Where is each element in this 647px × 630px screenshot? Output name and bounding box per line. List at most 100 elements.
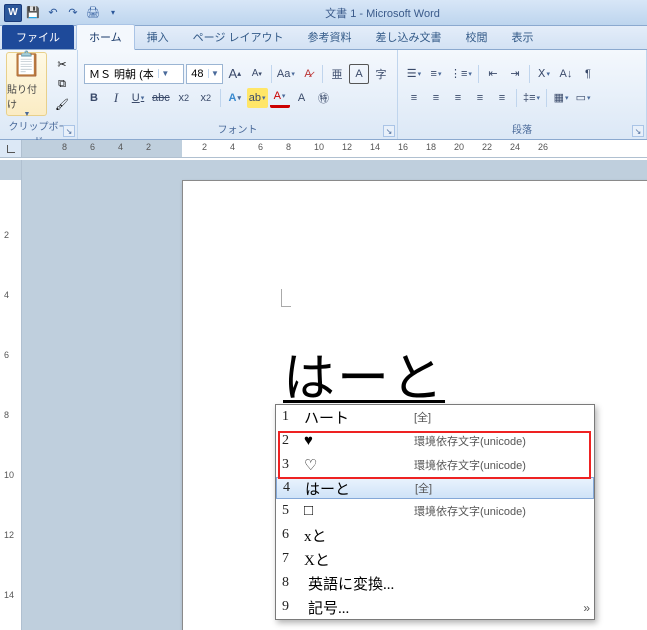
ime-candidate-number: 4 xyxy=(283,480,305,496)
ime-candidate-text: xと xyxy=(304,525,414,546)
ime-candidate-number: 5 xyxy=(282,503,304,519)
bold-button[interactable]: B xyxy=(84,88,104,108)
ime-candidate-row[interactable]: 5□環境依存文字(unicode) xyxy=(276,499,594,523)
shrink-font-button[interactable]: A▾ xyxy=(247,64,267,84)
subscript-button[interactable]: x2 xyxy=(174,88,194,108)
show-marks-button[interactable]: ¶ xyxy=(578,64,598,84)
align-right-button[interactable]: ≡ xyxy=(448,88,468,108)
ruler-tick: 6 xyxy=(90,142,95,152)
copy-button[interactable]: ⧉ xyxy=(53,75,71,93)
group-clipboard: 📋 貼り付け ▼ ✂ ⧉ 🖌 クリップボード ↘ xyxy=(0,50,78,139)
clipboard-dialog-launcher[interactable]: ↘ xyxy=(63,125,75,137)
cut-button[interactable]: ✂ xyxy=(53,55,71,73)
ime-candidate-text: 英語に変換... xyxy=(304,573,414,594)
grow-font-button[interactable]: A▴ xyxy=(225,64,245,84)
format-painter-button[interactable]: 🖌 xyxy=(53,95,71,113)
align-left-button[interactable]: ≡ xyxy=(404,88,424,108)
tab-page-layout[interactable]: ページ レイアウト xyxy=(181,25,296,49)
bullets-button[interactable]: ☰▾ xyxy=(404,64,424,84)
chevron-down-icon[interactable]: ▼ xyxy=(208,69,222,78)
numbering-button[interactable]: ≡▾ xyxy=(426,64,446,84)
group-font: ＭＳ 明朝 (本 ▼ 48 ▼ A▴ A▾ Aa▾ A̷ 亜 A 字 B I xyxy=(78,50,398,139)
ruler-tick: 8 xyxy=(4,410,9,420)
change-case-button[interactable]: Aa▾ xyxy=(276,64,296,84)
align-center-button[interactable]: ≡ xyxy=(426,88,446,108)
italic-button[interactable]: I xyxy=(106,88,126,108)
tab-review[interactable]: 校閲 xyxy=(454,25,500,49)
qat-customize-icon[interactable]: ▾ xyxy=(104,4,122,22)
text-effects-button[interactable]: A▾ xyxy=(225,88,245,108)
char-border-button[interactable]: 字 xyxy=(371,64,391,84)
line-spacing-button[interactable]: ‡≡▾ xyxy=(521,88,542,108)
clear-formatting-button[interactable]: A̷ xyxy=(298,64,318,84)
tab-view[interactable]: 表示 xyxy=(500,25,546,49)
tab-insert[interactable]: 挿入 xyxy=(135,25,181,49)
ime-candidate-number: 2 xyxy=(282,433,304,449)
enclose-text-button[interactable]: ㊕ xyxy=(314,88,334,108)
ruler-tick: 20 xyxy=(454,142,464,152)
tab-mailings[interactable]: 差し込み文書 xyxy=(364,25,454,49)
ime-candidate-row[interactable]: 4はーと[全] xyxy=(276,477,594,499)
superscript-button[interactable]: x2 xyxy=(196,88,216,108)
ime-candidate-text: はーと xyxy=(305,478,415,499)
paragraph-mark xyxy=(281,289,291,307)
ime-candidate-row[interactable]: 7Xと xyxy=(276,547,594,571)
redo-icon[interactable]: ↷ xyxy=(64,4,82,22)
ime-candidate-number: 3 xyxy=(282,457,304,473)
char-shading-button[interactable]: A xyxy=(292,88,312,108)
paragraph-dialog-launcher[interactable]: ↘ xyxy=(632,125,644,137)
ruler-tick: 8 xyxy=(286,142,291,152)
save-icon[interactable]: 💾 xyxy=(24,4,42,22)
highlight-button[interactable]: ab▾ xyxy=(247,88,268,108)
ruler-tick: 2 xyxy=(202,142,207,152)
group-font-label: フォント xyxy=(84,119,391,139)
ime-candidate-row[interactable]: 6xと xyxy=(276,523,594,547)
font-dialog-launcher[interactable]: ↘ xyxy=(383,125,395,137)
decrease-indent-button[interactable]: ⇤ xyxy=(483,64,503,84)
undo-icon[interactable]: ↶ xyxy=(44,4,62,22)
ruler-tick: 4 xyxy=(230,142,235,152)
increase-indent-button[interactable]: ⇥ xyxy=(505,64,525,84)
ruler-tick: 4 xyxy=(118,142,123,152)
sort-button[interactable]: A↓ xyxy=(556,64,576,84)
ime-candidate-row[interactable]: 3♡環境依存文字(unicode) xyxy=(276,453,594,477)
strikethrough-button[interactable]: abc xyxy=(150,88,172,108)
tab-home[interactable]: ホーム xyxy=(76,24,135,50)
font-name-value: ＭＳ 明朝 (本 xyxy=(85,66,158,82)
ime-candidate-number: 6 xyxy=(282,527,304,543)
word-icon: W xyxy=(4,4,22,22)
asian-layout-button[interactable]: Ⅹ▾ xyxy=(534,64,554,84)
ime-candidate-text: ♥ xyxy=(304,433,414,450)
ime-candidate-row[interactable]: 8英語に変換... xyxy=(276,571,594,595)
distributed-button[interactable]: ≡ xyxy=(492,88,512,108)
ime-candidate-row[interactable]: 9記号... xyxy=(276,595,594,619)
paste-button[interactable]: 📋 貼り付け ▼ xyxy=(6,52,47,116)
expand-icon[interactable]: » xyxy=(583,601,590,615)
enclose-char-button[interactable]: A xyxy=(349,64,369,84)
ruler-tick: 24 xyxy=(510,142,520,152)
shading-button[interactable]: ▦▾ xyxy=(551,88,571,108)
ruler-tick: 8 xyxy=(62,142,67,152)
chevron-down-icon[interactable]: ▼ xyxy=(158,69,172,78)
ribbon: 📋 貼り付け ▼ ✂ ⧉ 🖌 クリップボード ↘ ＭＳ 明朝 (本 ▼ 48 xyxy=(0,50,647,140)
font-color-button[interactable]: A▾ xyxy=(270,88,290,108)
borders-button[interactable]: ▭▾ xyxy=(573,88,593,108)
quick-access-toolbar: W 💾 ↶ ↷ 🖨 ▾ xyxy=(4,4,122,22)
multilevel-list-button[interactable]: ⋮≡▾ xyxy=(448,64,474,84)
document-title: 文書 1 - Microsoft Word xyxy=(122,5,643,21)
quickprint-icon[interactable]: 🖨 xyxy=(84,4,102,22)
font-size-combo[interactable]: 48 ▼ xyxy=(186,64,223,84)
ime-candidate-number: 7 xyxy=(282,551,304,567)
ime-candidate-row[interactable]: 1ハート[全] xyxy=(276,405,594,429)
justify-button[interactable]: ≡ xyxy=(470,88,490,108)
ime-candidate-number: 1 xyxy=(282,409,304,425)
underline-button[interactable]: U▾ xyxy=(128,88,148,108)
tab-references[interactable]: 参考資料 xyxy=(296,25,364,49)
title-bar: W 💾 ↶ ↷ 🖨 ▾ 文書 1 - Microsoft Word xyxy=(0,0,647,26)
group-paragraph-label: 段落 xyxy=(404,119,640,139)
ime-candidate-row[interactable]: 2♥環境依存文字(unicode) xyxy=(276,429,594,453)
ime-candidate-note: 環境依存文字(unicode) xyxy=(414,503,594,519)
phonetic-guide-button[interactable]: 亜 xyxy=(327,64,347,84)
font-name-combo[interactable]: ＭＳ 明朝 (本 ▼ xyxy=(84,64,184,84)
tab-file[interactable]: ファイル xyxy=(2,25,74,49)
